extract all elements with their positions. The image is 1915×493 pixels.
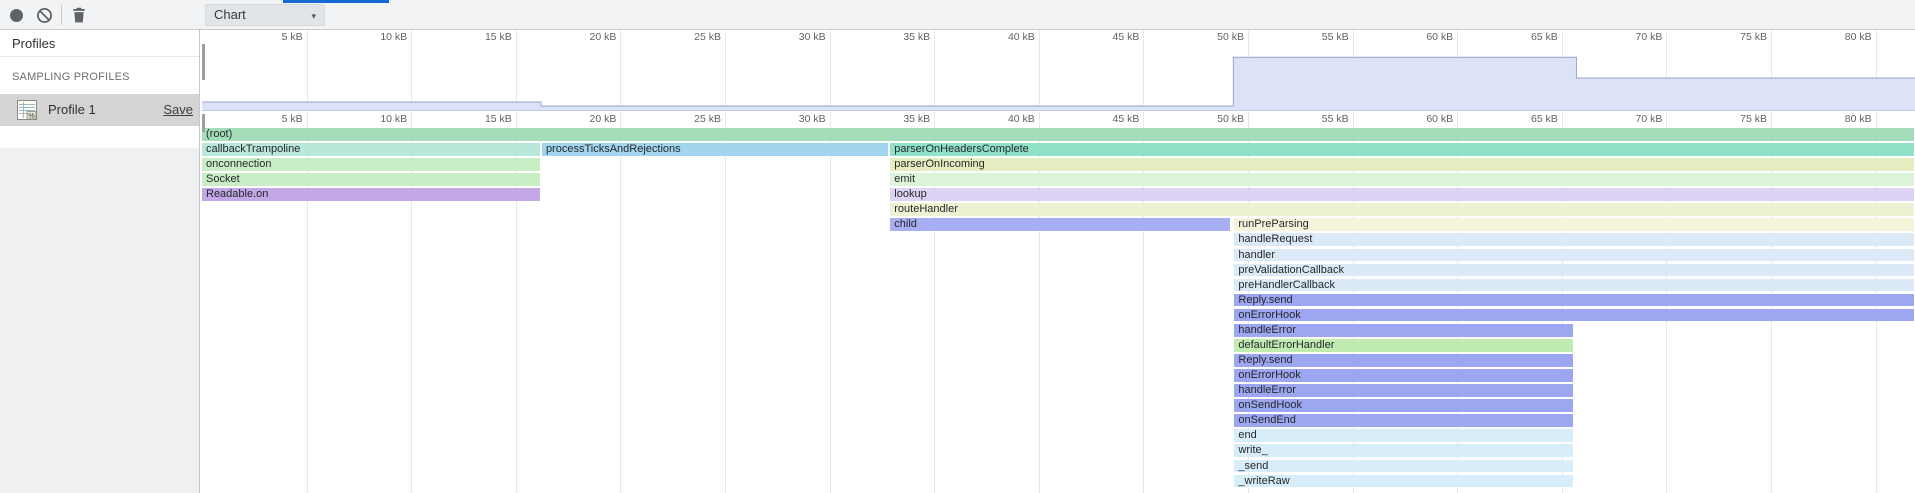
profile-document-icon: %	[16, 99, 38, 121]
frame-bar[interactable]: Reply.send	[1234, 354, 1573, 367]
toolbar-separator	[61, 5, 62, 25]
profile-name: Profile 1	[48, 94, 96, 126]
frame-bar[interactable]: onSendEnd	[1234, 414, 1573, 427]
memory-profiler-panel: Chart ▾ Profiles SAMPLING PROFILES % Pro…	[0, 0, 1915, 493]
frame-bar[interactable]: _send	[1234, 460, 1573, 473]
save-profile-link[interactable]: Save	[163, 94, 193, 126]
frame-bar[interactable]: onconnection	[202, 158, 540, 171]
ruler-tick-label: 10 kB	[339, 113, 407, 126]
record-button[interactable]	[8, 7, 25, 24]
pane-resize-grip[interactable]	[202, 44, 205, 80]
ruler-tick-label: 70 kB	[1594, 113, 1662, 126]
frame-bar[interactable]: parserOnIncoming	[890, 158, 1914, 171]
ruler-tick-label: 45 kB	[1071, 113, 1139, 126]
frame-bar[interactable]: routeHandler	[890, 203, 1914, 216]
ruler-tick-label: 40 kB	[967, 113, 1035, 126]
frame-bar[interactable]: handleRequest	[1234, 233, 1914, 246]
frame-bar[interactable]: _writeRaw	[1234, 475, 1573, 488]
ruler-tick-label: 20 kB	[548, 113, 616, 126]
sidebar-empty-area	[0, 148, 199, 493]
ruler-tick-label: 50 kB	[1176, 113, 1244, 126]
frame-bar[interactable]: emit	[890, 173, 1914, 186]
sidebar: Profiles SAMPLING PROFILES % Profile 1 S…	[0, 30, 200, 493]
ruler-tick-label: 60 kB	[1385, 113, 1453, 126]
trash-icon	[70, 6, 88, 24]
ruler-gridline	[830, 112, 831, 493]
ruler-tick-label: 80 kB	[1804, 113, 1872, 126]
frame-bar[interactable]: preValidationCallback	[1234, 264, 1914, 277]
ruler-tick-label: 65 kB	[1490, 113, 1558, 126]
block-icon	[36, 7, 53, 24]
view-mode-select[interactable]: Chart ▾	[205, 4, 325, 26]
frame-bar[interactable]: (root)	[202, 128, 1914, 141]
delete-profile-button[interactable]	[70, 6, 88, 24]
ruler-tick-label: 55 kB	[1281, 113, 1349, 126]
ruler-gridline	[620, 112, 621, 493]
pane-resize-grip[interactable]	[202, 114, 205, 132]
frame-bar[interactable]: lookup	[890, 188, 1914, 201]
frame-bar[interactable]: parserOnHeadersComplete	[890, 143, 1914, 156]
ruler-gridline	[725, 112, 726, 493]
frame-bar[interactable]: onSendHook	[1234, 399, 1573, 412]
overview-area-chart[interactable]	[202, 30, 1915, 111]
ruler-tick-label: 35 kB	[862, 113, 930, 126]
chevron-down-icon: ▾	[311, 6, 316, 26]
overview-pane[interactable]: 5 kB10 kB15 kB20 kB25 kB30 kB35 kB40 kB4…	[202, 30, 1915, 111]
frame-bar[interactable]: write_	[1234, 444, 1573, 457]
frame-bar[interactable]: handleError	[1234, 384, 1573, 397]
frame-bar[interactable]: Reply.send	[1234, 294, 1914, 307]
frame-bar[interactable]: defaultErrorHandler	[1234, 339, 1573, 352]
ruler-tick-label: 75 kB	[1699, 113, 1767, 126]
ruler-tick-label: 30 kB	[758, 113, 826, 126]
frame-bar[interactable]: Readable.on	[202, 188, 540, 201]
frame-bar[interactable]: Socket	[202, 173, 540, 186]
frame-bar[interactable]: callbackTrampoline	[202, 143, 540, 156]
active-tab-indicator	[283, 0, 389, 3]
frame-bar[interactable]: child	[890, 218, 1230, 231]
view-mode-value: Chart	[214, 7, 246, 22]
frame-bar[interactable]: runPreParsing	[1234, 218, 1914, 231]
svg-text:%: %	[28, 111, 35, 120]
toolbar: Chart ▾	[0, 0, 1915, 30]
frame-bar[interactable]: end	[1234, 429, 1573, 442]
ruler-tick-label: 15 kB	[444, 113, 512, 126]
ruler-tick-label: 5 kB	[235, 113, 303, 126]
record-icon	[8, 7, 25, 24]
frame-bar[interactable]: onErrorHook	[1234, 309, 1914, 322]
clear-button[interactable]	[36, 7, 53, 24]
frame-bar[interactable]: preHandlerCallback	[1234, 279, 1914, 292]
ruler-tick-label: 25 kB	[653, 113, 721, 126]
sampling-profiles-section-label: SAMPLING PROFILES	[0, 71, 199, 87]
sidebar-item-profile-1[interactable]: % Profile 1 Save	[0, 94, 199, 126]
frame-bar[interactable]: handler	[1234, 249, 1914, 262]
frame-bar[interactable]: onErrorHook	[1234, 369, 1573, 382]
frame-bar[interactable]: handleError	[1234, 324, 1573, 337]
sidebar-heading: Profiles	[0, 30, 199, 57]
frame-bar[interactable]: processTicksAndRejections	[542, 143, 888, 156]
flame-chart-pane[interactable]: 5 kB 10 kB 15 kB 20 kB 25 kB 30 kB 35 kB 40 kB 4…	[202, 112, 1915, 493]
